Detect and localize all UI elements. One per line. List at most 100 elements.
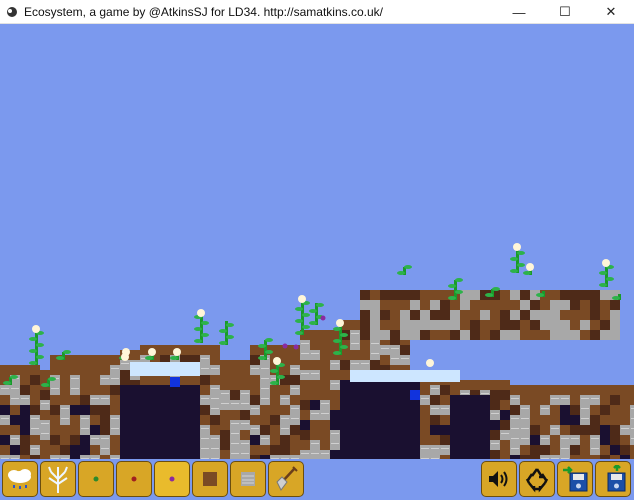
terrain-tile	[440, 405, 450, 415]
save-button[interactable]	[557, 461, 593, 497]
speaker-icon	[489, 471, 508, 487]
close-button[interactable]: ✕	[588, 0, 634, 24]
stone-texture	[41, 423, 49, 424]
terrain-tile	[20, 435, 30, 445]
terrain-tile	[30, 425, 40, 435]
terrain-tile	[210, 415, 220, 425]
stone-texture	[51, 388, 59, 389]
terrain-tile	[280, 395, 290, 405]
stone-texture	[571, 438, 579, 439]
terrain-tile	[0, 395, 10, 405]
plant	[295, 295, 310, 335]
rain-cloud-tool[interactable]	[2, 461, 38, 497]
game-canvas[interactable]	[0, 25, 634, 500]
purple-seed-tool[interactable]	[154, 461, 190, 497]
terrain-tile	[290, 395, 300, 405]
rock-arch	[590, 330, 600, 340]
rock-arch	[470, 290, 480, 300]
terrain-tile	[40, 420, 50, 430]
terrain-tile	[320, 450, 330, 459]
terrain-tile	[500, 430, 510, 440]
terrain-tile	[40, 450, 50, 459]
terrain-tile	[160, 375, 170, 385]
terrain-tile	[230, 410, 240, 420]
terrain-tile	[540, 435, 550, 445]
terrain-tile	[360, 350, 370, 360]
rock-arch	[520, 290, 530, 300]
flower	[121, 353, 129, 361]
terrain-tile	[110, 425, 120, 435]
terrain-tile	[280, 435, 290, 445]
terrain-tile	[320, 430, 330, 440]
stone-texture	[211, 388, 219, 389]
flower	[426, 359, 434, 367]
terrain-tile	[620, 435, 630, 445]
rock-arch	[540, 310, 550, 320]
terrain-tile	[500, 450, 510, 459]
terrain-tile	[100, 415, 110, 425]
terrain-tile	[250, 445, 260, 455]
terrain-tile	[330, 330, 340, 340]
rock-arch	[400, 290, 410, 300]
terrain[interactable]	[0, 25, 634, 459]
terrain-tile	[110, 435, 120, 445]
green-seed-tool[interactable]	[78, 461, 114, 497]
terrain-tile	[90, 375, 100, 385]
stone-texture	[591, 438, 599, 439]
rock-arch	[470, 300, 480, 310]
terrain-tile	[60, 375, 70, 385]
terrain-tile	[240, 370, 250, 380]
stone-texture	[261, 378, 269, 379]
green-seed-icon	[93, 476, 99, 482]
stone-texture	[261, 398, 269, 399]
stone-texture	[291, 408, 299, 409]
sound-toggle[interactable]	[481, 461, 517, 497]
terrain-tile	[300, 350, 310, 360]
terrain-tile	[510, 445, 520, 455]
rock-arch	[520, 310, 530, 320]
dirt-block-tool[interactable]	[192, 461, 228, 497]
terrain-tile	[460, 380, 470, 390]
terrain-tile	[260, 425, 270, 435]
terrain-tile	[510, 395, 520, 405]
rock-arch	[590, 300, 600, 310]
terrain-tile	[210, 445, 220, 455]
terrain-tile	[20, 445, 30, 455]
stone-block-tool[interactable]	[230, 461, 266, 497]
terrain-tile	[200, 355, 210, 365]
stone-texture	[311, 373, 319, 374]
shovel-tool[interactable]	[268, 461, 304, 497]
terrain-tile	[520, 385, 530, 395]
terrain-tile	[350, 330, 360, 340]
rock-arch	[540, 320, 550, 330]
minimize-button[interactable]: —	[496, 0, 542, 24]
stone-texture	[31, 448, 39, 449]
rock-arch	[380, 300, 390, 310]
terrain-tile	[600, 415, 610, 425]
tree-seed-tool[interactable]	[40, 461, 76, 497]
terrain-tile	[220, 380, 230, 390]
rock-arch	[380, 310, 390, 320]
terrain-tile	[350, 340, 360, 350]
terrain-tile	[200, 445, 210, 455]
terrain-tile	[320, 380, 330, 390]
terrain-tile	[430, 405, 440, 415]
terrain-tile	[330, 380, 340, 390]
rock-arch	[580, 330, 590, 340]
terrain-tile	[10, 415, 20, 425]
stone-texture	[221, 393, 229, 394]
stone-texture	[521, 418, 529, 419]
reset-button[interactable]	[519, 461, 555, 497]
terrain-tile	[610, 435, 620, 445]
rock-arch	[570, 300, 580, 310]
stone-texture	[561, 438, 569, 439]
maximize-button[interactable]: ☐	[542, 0, 588, 24]
terrain-tile	[60, 365, 70, 375]
load-button[interactable]	[595, 461, 631, 497]
terrain-tile	[320, 370, 330, 380]
terrain-tile	[50, 415, 60, 425]
stone-texture	[1, 388, 9, 389]
red-seed-tool[interactable]	[116, 461, 152, 497]
terrain-tile	[580, 405, 590, 415]
terrain-tile	[560, 385, 570, 395]
